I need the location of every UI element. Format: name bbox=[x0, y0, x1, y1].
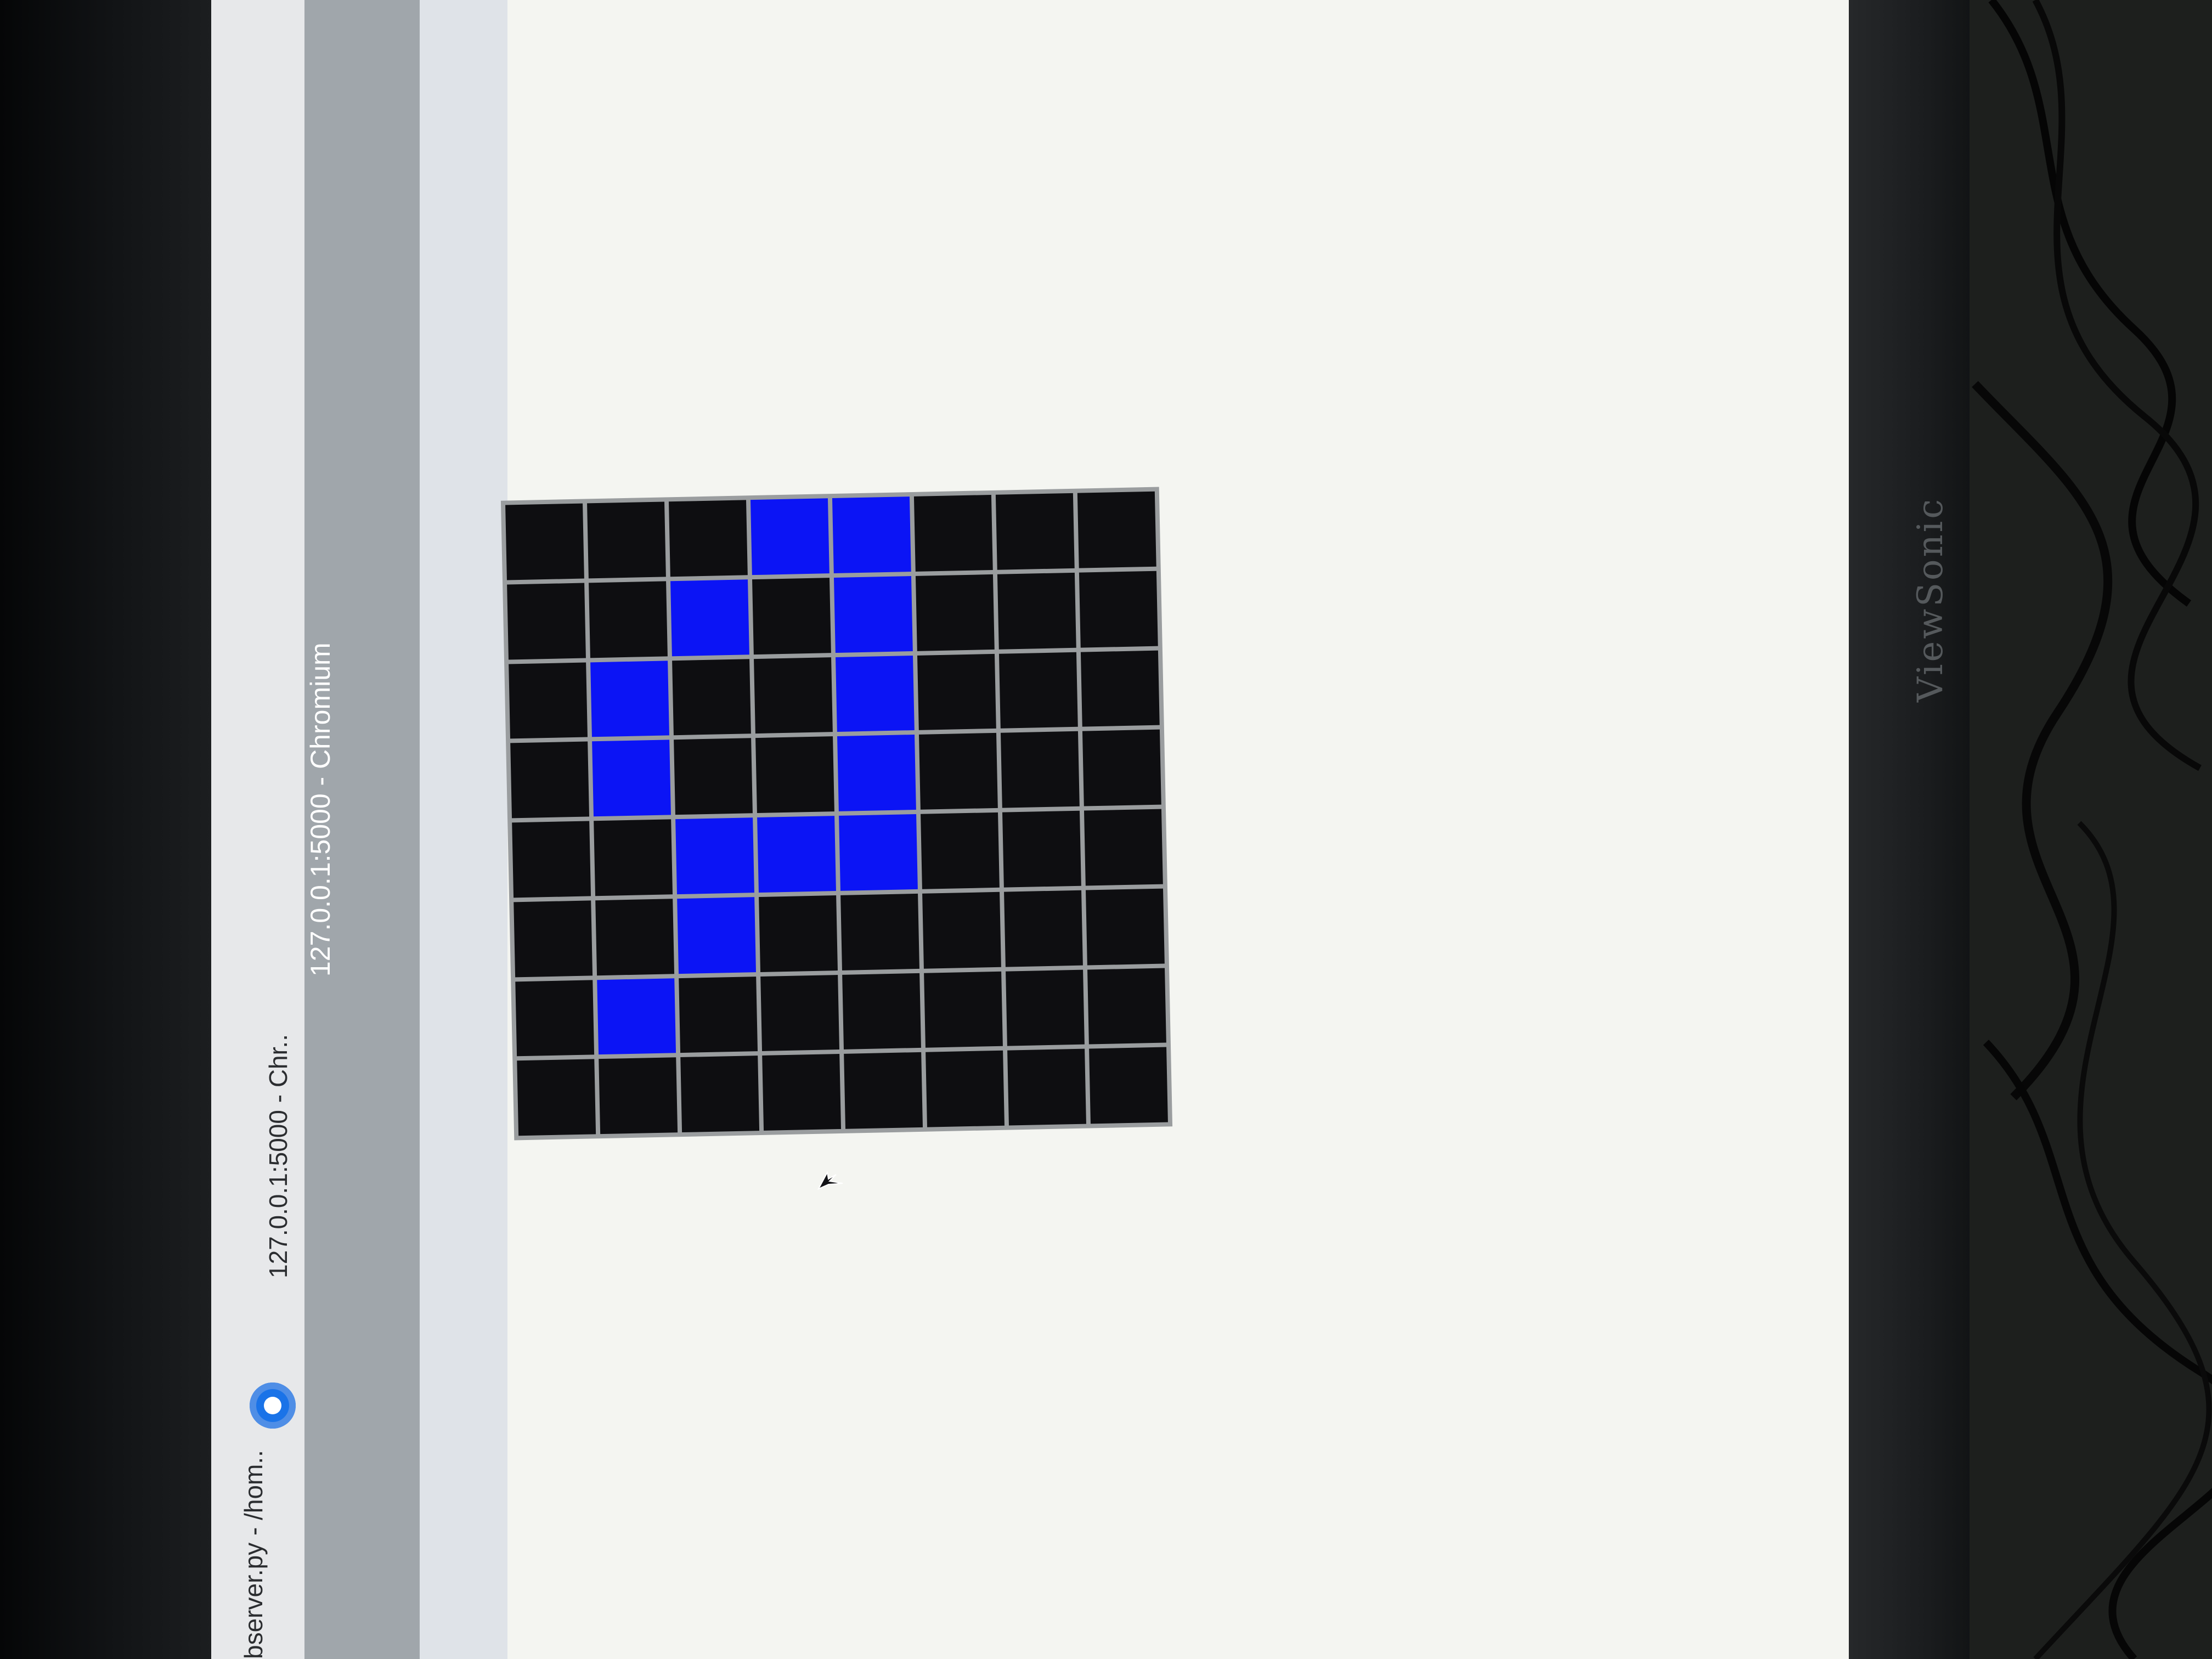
grid-cell-r2-c4[interactable] bbox=[836, 655, 915, 732]
monitor-bezel-right bbox=[1849, 0, 1980, 1659]
grid-cell-r3-c5[interactable] bbox=[919, 733, 998, 810]
grid-cell-r3-c6[interactable] bbox=[1000, 731, 1080, 808]
grid-cell-r0-c5[interactable] bbox=[913, 494, 993, 572]
grid-cell-r5-c6[interactable] bbox=[1004, 890, 1083, 967]
grid-cell-r6-c6[interactable] bbox=[1006, 969, 1085, 1046]
browser-toolbar bbox=[420, 0, 507, 1659]
grid-cell-r0-c4[interactable] bbox=[832, 496, 911, 573]
grid-cell-r5-c4[interactable] bbox=[840, 893, 919, 970]
grid-cell-r1-c1[interactable] bbox=[589, 581, 668, 658]
grid-cell-r5-c1[interactable] bbox=[595, 899, 675, 975]
grid-cell-r2-c3[interactable] bbox=[754, 657, 833, 734]
taskbar-item-chromium[interactable]: 127.0.0.1:5000 - Chr.. bbox=[263, 1034, 293, 1278]
grid-cell-r6-c4[interactable] bbox=[842, 973, 921, 1050]
grid-cell-r1-c2[interactable] bbox=[670, 579, 749, 656]
grid-cell-r6-c1[interactable] bbox=[597, 978, 676, 1055]
background-cables bbox=[1970, 0, 2212, 1659]
photo-of-monitor: bserver.py - /hom.. 127.0.0.1:5000 - Chr… bbox=[0, 0, 2212, 1659]
grid-cell-r3-c1[interactable] bbox=[592, 740, 671, 817]
grid-cell-r6-c0[interactable] bbox=[515, 979, 595, 1057]
grid-cell-r2-c5[interactable] bbox=[917, 653, 996, 731]
chromium-icon[interactable] bbox=[250, 1383, 296, 1429]
grid-cell-r1-c7[interactable] bbox=[1079, 571, 1158, 648]
grid-cell-r4-c3[interactable] bbox=[757, 816, 836, 893]
monitor-bezel-left bbox=[0, 0, 214, 1659]
grid-cell-r5-c5[interactable] bbox=[922, 891, 1001, 969]
grid-cell-r1-c5[interactable] bbox=[915, 574, 995, 651]
grid-cell-r6-c5[interactable] bbox=[924, 971, 1003, 1048]
grid-cell-r0-c1[interactable] bbox=[587, 501, 666, 579]
grid-cell-r5-c0[interactable] bbox=[514, 900, 593, 977]
pixel-grid bbox=[500, 487, 1173, 1141]
grid-cell-r6-c7[interactable] bbox=[1087, 968, 1166, 1045]
grid-cell-r3-c2[interactable] bbox=[674, 738, 753, 815]
monitor-screen: bserver.py - /hom.. 127.0.0.1:5000 - Chr… bbox=[211, 0, 1874, 1659]
grid-cell-r7-c4[interactable] bbox=[844, 1052, 923, 1129]
grid-cell-r4-c5[interactable] bbox=[921, 812, 1000, 889]
grid-cell-r6-c2[interactable] bbox=[679, 976, 758, 1053]
grid-cell-r0-c2[interactable] bbox=[669, 500, 748, 577]
grid-cell-r4-c6[interactable] bbox=[1002, 810, 1081, 888]
grid-cell-r7-c3[interactable] bbox=[762, 1054, 842, 1131]
grid-cell-r5-c7[interactable] bbox=[1086, 888, 1165, 965]
taskbar-item-server[interactable]: bserver.py - /hom.. bbox=[239, 1450, 268, 1659]
grid-cell-r1-c6[interactable] bbox=[997, 572, 1076, 650]
grid-cell-r7-c7[interactable] bbox=[1089, 1047, 1168, 1124]
grid-cell-r4-c0[interactable] bbox=[512, 821, 591, 898]
grid-cell-r1-c0[interactable] bbox=[507, 583, 586, 659]
window-title: 127.0.0.1:5000 - Chromium bbox=[305, 642, 336, 977]
mouse-pointer-icon bbox=[817, 1171, 843, 1190]
monitor-brand-logo: ViewSonic bbox=[1910, 496, 1951, 702]
grid-cell-r2-c6[interactable] bbox=[998, 652, 1078, 729]
grid-cell-r7-c1[interactable] bbox=[599, 1057, 678, 1135]
grid-cell-r2-c1[interactable] bbox=[590, 660, 669, 737]
grid-cell-r5-c3[interactable] bbox=[759, 895, 838, 972]
taskbar: bserver.py - /hom.. 127.0.0.1:5000 - Chr… bbox=[211, 0, 304, 1659]
grid-cell-r0-c0[interactable] bbox=[505, 503, 584, 580]
grid-cell-r3-c4[interactable] bbox=[837, 735, 916, 811]
grid-cell-r7-c5[interactable] bbox=[926, 1050, 1005, 1127]
grid-cell-r7-c0[interactable] bbox=[517, 1059, 596, 1136]
grid-cell-r2-c0[interactable] bbox=[509, 662, 588, 739]
grid-cell-r6-c3[interactable] bbox=[760, 974, 840, 1052]
grid-cell-r3-c3[interactable] bbox=[755, 736, 834, 814]
grid-cell-r4-c7[interactable] bbox=[1084, 809, 1163, 886]
grid-cell-r2-c2[interactable] bbox=[672, 658, 751, 736]
grid-cell-r0-c6[interactable] bbox=[995, 493, 1075, 570]
grid-cell-r3-c7[interactable] bbox=[1082, 729, 1161, 806]
grid-cell-r5-c2[interactable] bbox=[677, 896, 757, 974]
grid-cell-r2-c7[interactable] bbox=[1080, 650, 1160, 727]
grid-cell-r0-c3[interactable] bbox=[750, 498, 830, 575]
grid-cell-r3-c0[interactable] bbox=[510, 741, 590, 819]
grid-cell-r7-c6[interactable] bbox=[1007, 1048, 1086, 1126]
grid-cell-r0-c7[interactable] bbox=[1077, 491, 1156, 568]
grid-cell-r1-c3[interactable] bbox=[752, 577, 831, 654]
grid-cell-r4-c4[interactable] bbox=[839, 814, 918, 891]
grid-cell-r4-c2[interactable] bbox=[675, 817, 754, 894]
grid-cell-r7-c2[interactable] bbox=[680, 1056, 760, 1133]
grid-cell-r4-c1[interactable] bbox=[594, 819, 673, 896]
grid-cell-r1-c4[interactable] bbox=[833, 575, 913, 653]
